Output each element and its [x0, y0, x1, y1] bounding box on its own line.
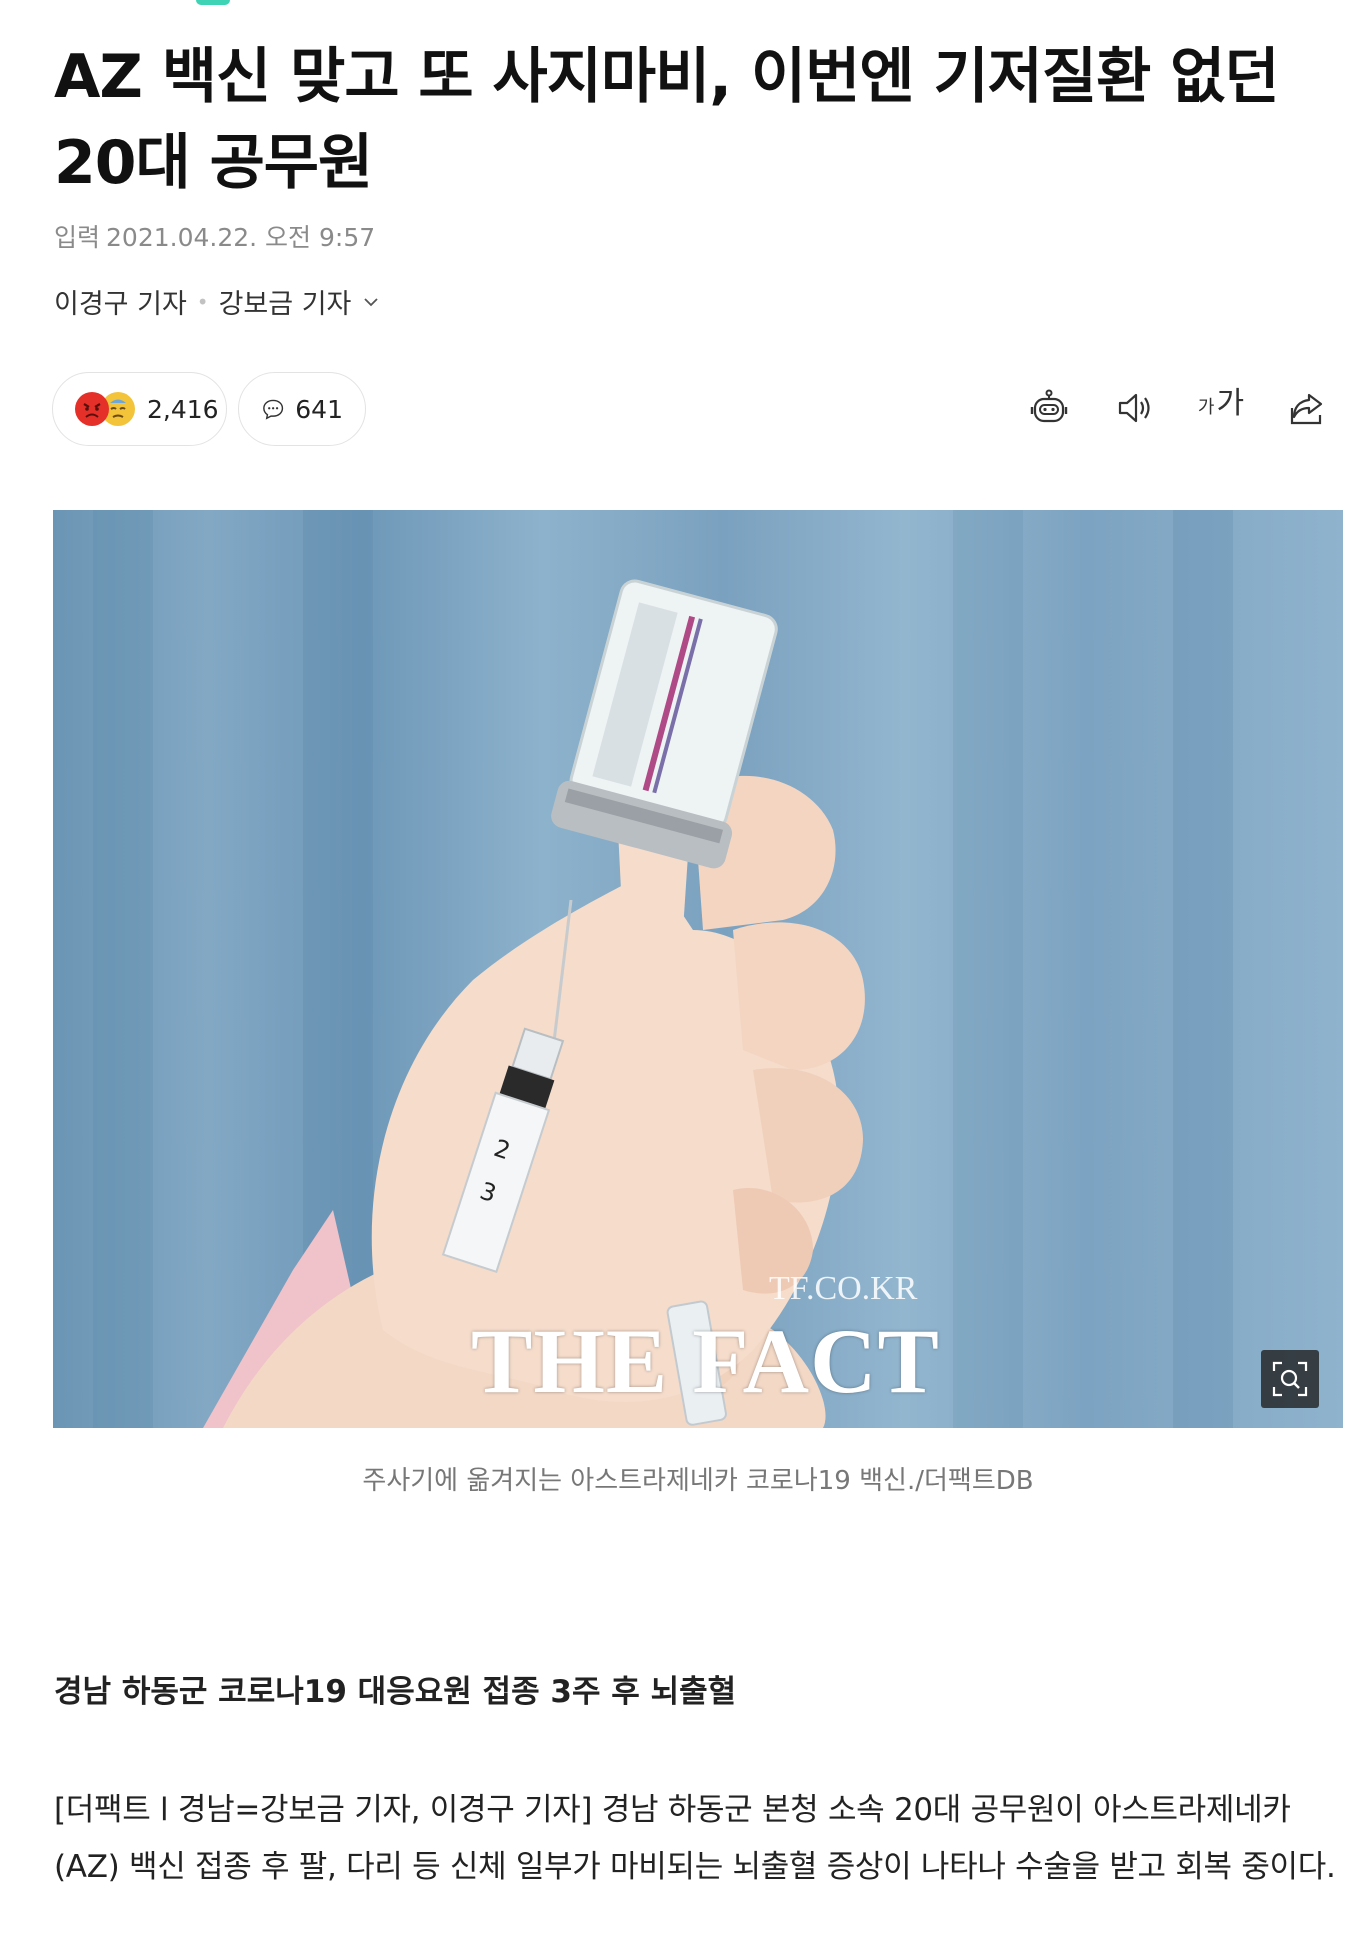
watermark-brand: THE FACT — [471, 1310, 940, 1412]
article-photo[interactable]: 2 3 TF.CO.KR THE FACT — [53, 510, 1343, 1428]
separator-dot: • — [196, 289, 209, 314]
reaction-button[interactable]: 2,416 — [52, 372, 227, 446]
top-accent-bar — [196, 0, 230, 5]
angry-face-icon — [75, 392, 109, 426]
vaccine-photo-illustration: 2 3 — [93, 510, 1233, 1428]
font-size-big-label: 가 — [1216, 386, 1245, 421]
zoom-icon — [1272, 1361, 1308, 1397]
share-button[interactable] — [1277, 378, 1337, 438]
reaction-count: 2,416 — [147, 394, 219, 424]
comment-button[interactable]: 641 — [238, 372, 366, 446]
photo-caption: 주사기에 옮겨지는 아스트라제네카 코로나19 백신./더팩트DB — [362, 1466, 1034, 1496]
comment-count: 641 — [295, 394, 343, 424]
article-headline: AZ 백신 맞고 또 사지마비, 이번엔 기저질환 없던 20대 공무원 — [54, 42, 1280, 198]
font-size-button[interactable]: 가가 — [1191, 378, 1251, 438]
tts-button[interactable] — [1105, 378, 1165, 438]
publish-date: 입력 2021.04.22. 오전 9:57 — [54, 218, 375, 254]
article-toolbar: 가가 — [993, 378, 1337, 438]
speaker-icon — [1118, 393, 1150, 423]
speech-bubble-icon — [263, 399, 284, 420]
watermark-url: TF.CO.KR — [769, 1270, 918, 1307]
share-icon — [1290, 393, 1323, 425]
date-value: 2021.04.22. 오전 9:57 — [106, 223, 376, 252]
font-size-small-label: 가 — [1197, 397, 1215, 418]
robot-icon — [1030, 389, 1068, 423]
chevron-down-icon[interactable] — [363, 294, 379, 310]
article-body-paragraph: [더팩트 l 경남=강보금 기자, 이경구 기자] 경남 하동군 본청 소속 2… — [54, 1792, 1336, 1885]
photo-zoom-button[interactable] — [1261, 1350, 1319, 1408]
date-label: 입력 — [54, 223, 101, 252]
reporter-list[interactable]: 이경구 기자 • 강보금 기자 — [54, 282, 379, 321]
reporter-name[interactable]: 강보금 기자 — [219, 282, 352, 321]
reporter-name[interactable]: 이경구 기자 — [54, 282, 187, 321]
summary-button[interactable] — [1019, 378, 1079, 438]
article-subheading: 경남 하동군 코로나19 대응요원 접종 3주 후 뇌출혈 — [54, 1674, 737, 1710]
